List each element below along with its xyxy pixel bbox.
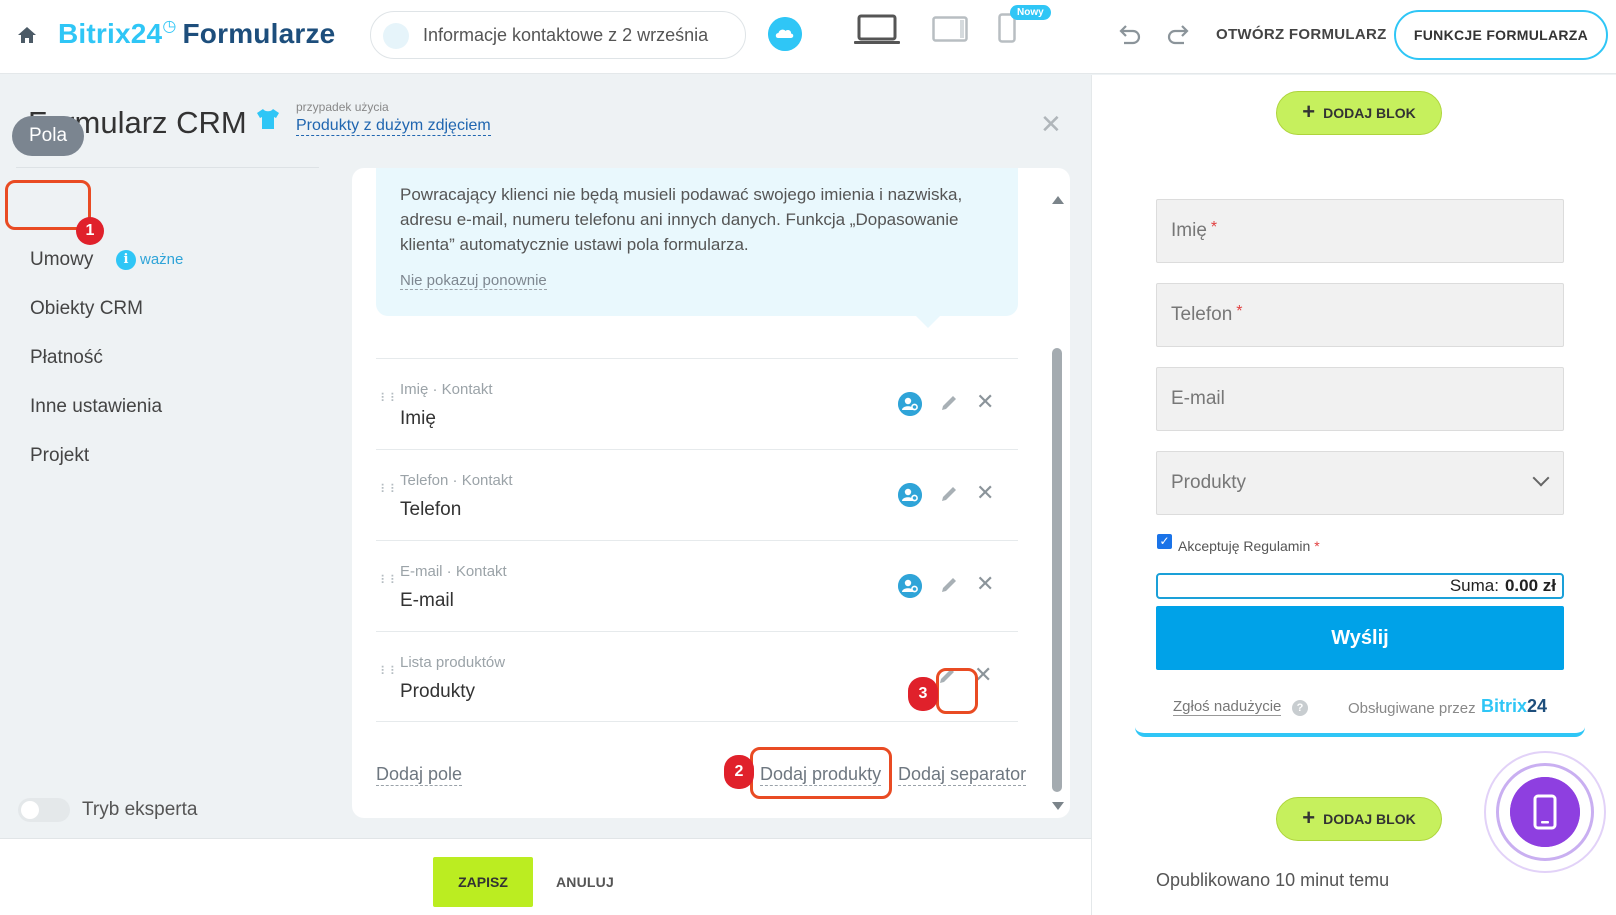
field-name: Telefon [400, 499, 462, 520]
published-status: Opublikowano 10 minut temu [1156, 870, 1390, 890]
required-asterisk: * [1314, 538, 1320, 554]
add-field-link[interactable]: Dodaj pole [376, 764, 463, 786]
nav-item-projekt[interactable]: Projekt [30, 445, 89, 467]
desktop-view-icon[interactable] [853, 14, 901, 46]
nav-item-obiekty-crm[interactable]: Obiekty CRM [30, 298, 143, 320]
nav-item-platnosc[interactable]: Płatność [30, 347, 103, 369]
drag-handle-icon[interactable]: ⠇⠇ [380, 483, 399, 506]
drag-handle-icon[interactable]: ⠇⠇ [380, 574, 399, 597]
sum-display: Suma: 0.00 zł [1156, 573, 1564, 599]
mobile-preview-icon[interactable] [1510, 777, 1580, 847]
nav-item-pola[interactable]: Pola [12, 116, 84, 156]
redo-icon[interactable] [1166, 22, 1192, 46]
clock-icon: ◷ [162, 18, 177, 35]
bottom-action-bar [0, 838, 1091, 915]
add-block-button-top[interactable]: + DODAJ BLOK [1276, 91, 1442, 135]
client-match-info: Powracający klienci nie będą musieli pod… [376, 168, 1018, 316]
nav-item-umowy[interactable]: Umowy [30, 249, 93, 271]
home-icon[interactable] [16, 24, 38, 46]
new-badge: Nowy [1010, 5, 1051, 20]
annotation-highlight-edit [936, 668, 978, 714]
client-match-icon[interactable] [898, 392, 922, 416]
dont-show-again-link[interactable]: Nie pokazuj ponownie [400, 272, 547, 290]
annotation-badge-2: 2 [724, 755, 754, 789]
form-title-field[interactable]: Informacje kontaktowe z 2 września [370, 11, 746, 59]
form-thumbnail-icon [383, 23, 409, 49]
cancel-button[interactable]: ANULUJ [556, 874, 614, 890]
accept-terms-label: Akceptuję Regulamin * [1178, 538, 1320, 554]
scroll-up-arrow[interactable] [1052, 196, 1064, 204]
drag-handle-icon[interactable]: ⠇⠇ [380, 665, 399, 688]
field-name: E-mail [400, 590, 454, 611]
field-row-email[interactable]: ⠇⠇ E-mail · Kontakt E-mail ✕ [376, 540, 1018, 631]
field-meta: Imię · Kontakt [400, 381, 493, 398]
edit-pencil-icon[interactable] [938, 483, 960, 505]
nav-item-inne-ustawienia[interactable]: Inne ustawienia [30, 396, 162, 418]
edit-pencil-icon[interactable] [938, 392, 960, 414]
save-button[interactable]: ZAPISZ [433, 857, 533, 907]
plus-icon: + [1302, 805, 1316, 831]
delete-icon[interactable]: ✕ [976, 482, 994, 504]
delete-icon[interactable]: ✕ [976, 573, 994, 595]
annotation-badge-1: 1 [76, 217, 104, 245]
plus-icon: + [1302, 99, 1316, 125]
usecase-label: przypadek użycia [296, 100, 389, 114]
expert-mode-toggle[interactable] [18, 798, 70, 822]
preview-field-email[interactable]: E-mail [1156, 367, 1564, 431]
preview-field-produkty-select[interactable]: Produkty [1156, 451, 1564, 515]
chevron-down-icon [1532, 469, 1550, 487]
field-row-imie[interactable]: ⠇⠇ Imię · Kontakt Imię ✕ [376, 358, 1018, 449]
info-icon: i [116, 250, 136, 270]
open-form-button[interactable]: OTWÓRZ FORMULARZ [1216, 26, 1387, 43]
usecase-link[interactable]: Produkty z dużym zdjęciem [296, 117, 491, 136]
form-title-text: Informacje kontaktowe z 2 września [423, 25, 709, 45]
field-meta: Lista produktów [400, 654, 506, 671]
accept-terms-checkbox[interactable]: ✓ [1157, 534, 1172, 549]
undo-icon[interactable] [1116, 22, 1142, 46]
powered-by-label: Obsługiwane przez [1348, 700, 1476, 717]
nav-divider [16, 167, 319, 168]
add-block-button-bottom[interactable]: + DODAJ BLOK [1276, 797, 1442, 841]
scrollbar-thumb[interactable] [1052, 348, 1062, 792]
top-bar: Bitrix24◷ Formularze Informacje kontaktow… [0, 0, 1616, 74]
info-text: Powracający klienci nie będą musieli pod… [400, 185, 963, 254]
report-abuse-link[interactable]: Zgłoś nadużycie [1173, 699, 1282, 716]
form-functions-button[interactable]: FUNKCJE FORMULARZA [1394, 10, 1608, 60]
help-icon[interactable]: ? [1292, 700, 1308, 716]
delete-icon[interactable]: ✕ [976, 391, 994, 413]
powered-by-logo[interactable]: Bitrix24 [1481, 696, 1547, 717]
cloud-save-icon[interactable] [768, 17, 802, 51]
important-link[interactable]: ważne [140, 251, 183, 268]
required-asterisk: * [1210, 219, 1218, 236]
preview-field-telefon[interactable]: Telefon * [1156, 283, 1564, 347]
client-match-icon[interactable] [898, 483, 922, 507]
drag-handle-icon[interactable]: ⠇⠇ [380, 392, 399, 415]
add-separator-link[interactable]: Dodaj separator [898, 764, 1027, 786]
send-button[interactable]: Wyślij [1156, 606, 1564, 670]
add-products-link[interactable]: Dodaj produkty [760, 764, 882, 786]
client-match-icon[interactable] [898, 574, 922, 598]
required-asterisk: * [1236, 303, 1243, 320]
app-logo[interactable]: Bitrix24◷ Formularze [58, 18, 335, 50]
field-meta: Telefon · Kontakt [400, 472, 513, 489]
field-row-telefon[interactable]: ⠇⠇ Telefon · Kontakt Telefon ✕ [376, 449, 1018, 540]
scroll-down-arrow[interactable] [1052, 802, 1064, 810]
preview-field-imie[interactable]: Imię * [1156, 199, 1564, 263]
close-panel-icon[interactable]: ✕ [1040, 111, 1062, 137]
info-tail [914, 314, 942, 328]
annotation-badge-3: 3 [908, 677, 938, 711]
expert-mode-label: Tryb eksperta [82, 799, 198, 820]
field-meta: E-mail · Kontakt [400, 563, 507, 580]
toggle-knob [21, 801, 39, 819]
field-name: Produkty [400, 681, 475, 702]
edit-pencil-icon[interactable] [938, 574, 960, 596]
preview-bottom-border [1135, 727, 1585, 737]
tablet-view-icon[interactable] [932, 16, 968, 42]
field-name: Imię [400, 408, 436, 429]
tshirt-icon [257, 109, 279, 129]
fields-card: Powracający klienci nie będą musieli pod… [352, 168, 1070, 818]
